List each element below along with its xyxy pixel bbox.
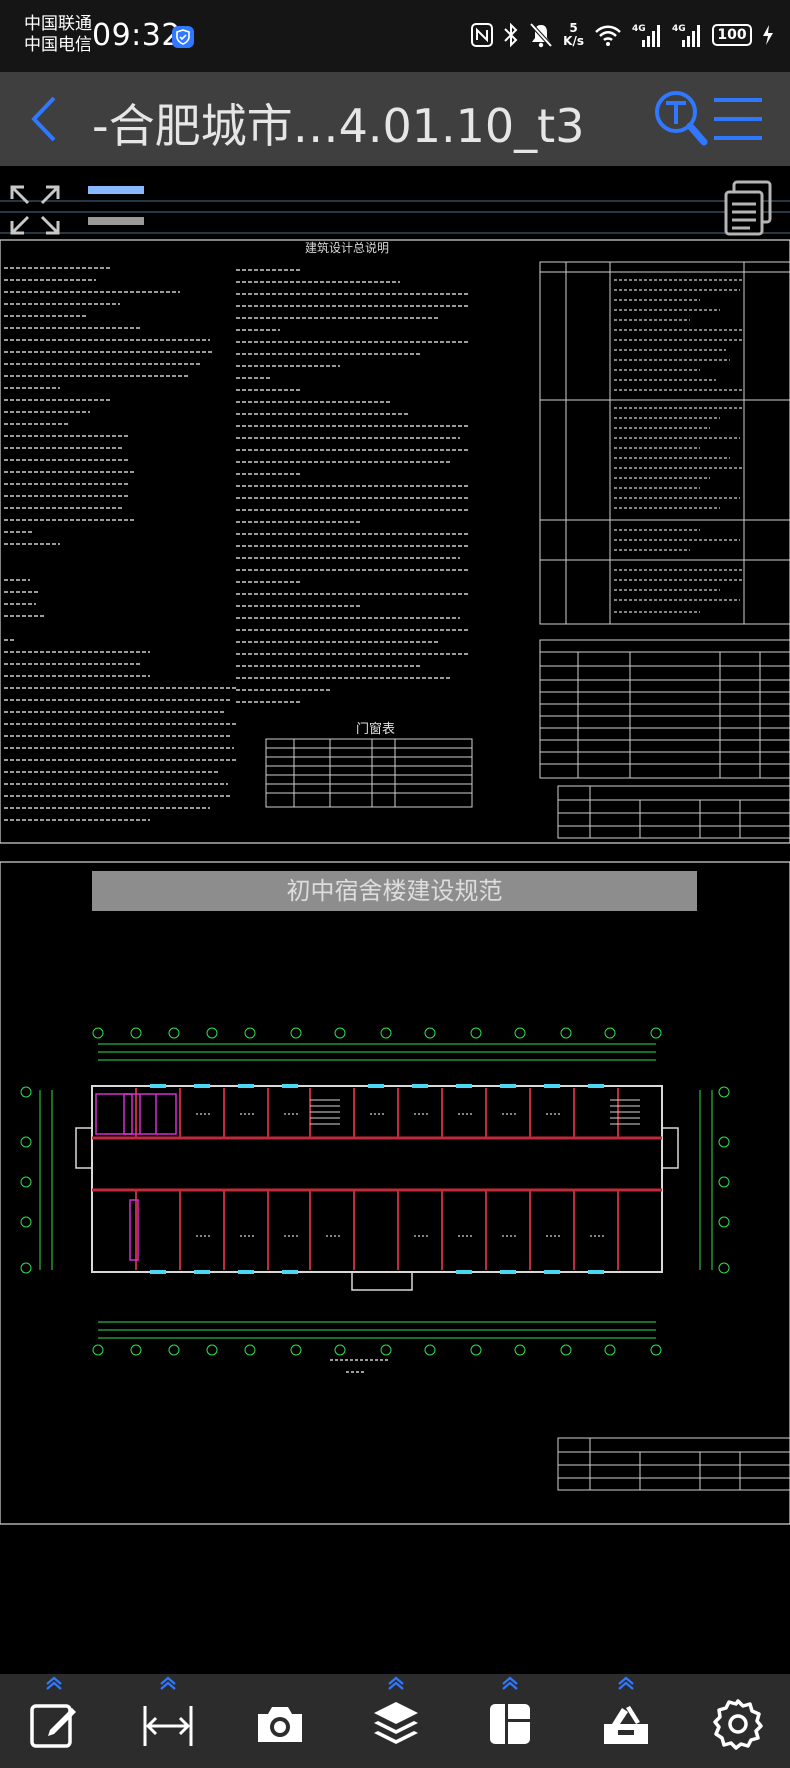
edit-icon (30, 1704, 76, 1748)
camera-icon (258, 1707, 302, 1742)
floor-plan (20, 1027, 730, 1373)
status-time: 09:32 (92, 18, 181, 53)
battery-indicator: 100 (712, 24, 752, 46)
chevron-up-icon (618, 1676, 634, 1690)
text-search-button[interactable] (652, 88, 708, 148)
status-bar: 中国联通 中国电信 09:32 5 K/s 4G 4G 100 (0, 0, 790, 72)
wifi-icon (594, 23, 622, 47)
nfc-icon (471, 23, 494, 47)
signal-icon: 4G (672, 22, 702, 48)
charging-icon (762, 24, 774, 46)
chevron-up-icon (388, 1676, 404, 1690)
layout-icon (490, 1704, 530, 1744)
drawing-list-table (539, 639, 790, 779)
fit-screen-icon (10, 185, 60, 235)
bell-muted-icon (529, 22, 553, 48)
file-title: -合肥城市…4.01.10_t3 (92, 99, 585, 153)
signal-label-2: 4G (672, 24, 686, 34)
signal-label-1: 4G (632, 24, 646, 34)
title-block (557, 1437, 790, 1491)
net-speed: 5 K/s (563, 21, 584, 48)
layers-icon (374, 1702, 418, 1744)
settings-icon (713, 1699, 763, 1750)
carrier-1: 中国联通 (24, 14, 92, 34)
chevron-up-icon (502, 1676, 518, 1690)
layer-lines-icon[interactable] (88, 186, 144, 194)
layout-tool-button[interactable] (470, 1674, 550, 1768)
cad-drawing[interactable]: 建筑设计总说明 门窗表 (0, 166, 790, 1674)
measure-icon (143, 1706, 193, 1746)
edit-tool-button[interactable] (14, 1674, 94, 1768)
menu-icon (714, 98, 762, 140)
shield-icon (172, 26, 194, 48)
toolbox-icon (604, 1706, 648, 1744)
carrier-info: 中国联通 中国电信 (24, 14, 92, 56)
measure-tool-button[interactable] (128, 1674, 208, 1768)
toolbox-button[interactable] (586, 1674, 666, 1768)
bottom-toolbar (0, 1674, 790, 1768)
layer-lines-icon[interactable] (88, 217, 144, 225)
settings-button[interactable] (698, 1674, 778, 1768)
signal-icon: 4G (632, 22, 662, 48)
document-list-icon (724, 180, 772, 236)
chevron-up-icon (46, 1676, 62, 1690)
back-icon (31, 96, 56, 142)
fit-screen-button[interactable] (8, 183, 62, 237)
door-window-table (265, 738, 473, 808)
drawing-title: 建筑设计总说明 (305, 240, 389, 255)
back-button[interactable] (24, 92, 64, 146)
door-window-table-title: 门窗表 (356, 721, 395, 737)
bluetooth-icon (503, 22, 519, 48)
app-header: -合肥城市…4.01.10_t3 (0, 72, 790, 166)
carrier-2: 中国电信 (24, 35, 92, 55)
text-search-icon (655, 91, 708, 146)
title-block (557, 785, 790, 839)
chevron-up-icon (160, 1676, 176, 1690)
caption-banner: 初中宿舍楼建设规范 (92, 871, 697, 911)
cad-drawing-canvas[interactable]: 建筑设计总说明 门窗表 (0, 166, 790, 1674)
document-list-button[interactable] (720, 178, 776, 238)
layers-tool-button[interactable] (356, 1674, 436, 1768)
camera-tool-button[interactable] (240, 1674, 320, 1768)
status-icons: 5 K/s 4G 4G 100 (471, 18, 774, 52)
menu-button[interactable] (712, 94, 764, 144)
